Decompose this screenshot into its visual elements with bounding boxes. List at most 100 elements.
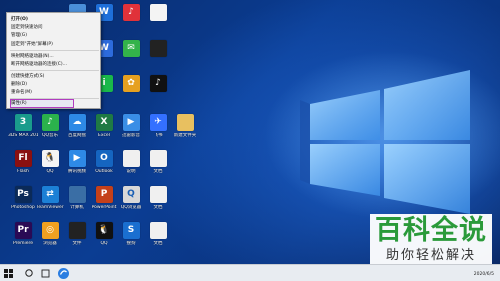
app-icon: ◎ (41, 222, 59, 239)
desktop-icon-label: PowerPoint (91, 205, 117, 210)
start-button[interactable] (4, 269, 13, 278)
desktop-icon[interactable]: O Outlook (89, 150, 119, 175)
desktop-icon[interactable]: 3 3DS MAX 2017 (8, 114, 38, 139)
menu-item-manage[interactable]: 管理(G) (11, 32, 99, 39)
watermark-title: 百科全说 (375, 215, 487, 246)
app-icon: ✿ (122, 75, 140, 92)
app-icon: O (95, 150, 113, 167)
desktop-icon-label: QQ (46, 169, 54, 174)
desktop-icon-label: 计算机 (70, 205, 84, 210)
desktop-icon[interactable]: ♪ QQ音乐 (35, 114, 65, 139)
desktop-icon[interactable]: Fl Flash (8, 150, 38, 175)
desktop-icon[interactable]: ⇄ TeamViewer (35, 186, 65, 211)
app-icon: 🐧 (41, 150, 59, 167)
menu-item-pin-start[interactable]: 固定到"开始"屏幕(P) (11, 41, 99, 48)
desktop-icon[interactable]: ✿ (116, 75, 146, 94)
desktop-icon-label: 飞书 (153, 133, 163, 138)
desktop-icon[interactable]: ▶ 腾讯视频 (62, 150, 92, 175)
desktop-icon[interactable]: 计算机 (62, 186, 92, 211)
desktop-icon-label: Excel (98, 133, 110, 138)
menu-item-create-shortcut[interactable]: 创建快捷方式(S) (11, 73, 99, 80)
app-icon (122, 150, 140, 167)
desktop-icon[interactable]: 🐧 QQ (35, 150, 65, 175)
context-menu: 打开(O) 固定到快速访问 管理(G) 固定到"开始"屏幕(P) 映射网络驱动器… (6, 12, 101, 109)
desktop-icon-label: 新建文件夹 (173, 133, 197, 138)
desktop-icon[interactable]: Ps Photoshop (8, 186, 38, 211)
desktop-icon-label: 浏览器 (43, 241, 57, 246)
app-icon: Pr (14, 222, 32, 239)
desktop-icon-label: 迅雷影音 (122, 133, 140, 138)
menu-item-properties[interactable]: 属性(R) (11, 100, 99, 107)
app-icon: Fl (14, 150, 32, 167)
desktop-icon[interactable]: Pr Premiere (8, 222, 38, 247)
app-icon (68, 222, 86, 239)
task-view-icon[interactable] (41, 269, 50, 278)
desktop-icon-label: 腾讯视频 (68, 169, 86, 174)
app-icon: 3 (14, 114, 32, 131)
app-icon: X (95, 114, 113, 131)
menu-item-disconnect-drive[interactable]: 断开网络驱动器的连接(C)... (11, 61, 99, 68)
desktop-icon[interactable]: X Excel (89, 114, 119, 139)
desktop-icon[interactable] (143, 4, 173, 23)
desktop-icon[interactable]: ♪ (116, 4, 146, 23)
desktop-icon[interactable]: 文档 (143, 222, 173, 247)
desktop-icon-label: 文档 (153, 205, 163, 210)
desktop-icon-label: TeamViewer (36, 205, 64, 210)
app-icon: ✉ (122, 40, 140, 57)
desktop-icon-label: Photoshop (11, 205, 35, 210)
desktop-icon[interactable]: ◎ 浏览器 (35, 222, 65, 247)
menu-item-open[interactable]: 打开(O) (11, 16, 99, 23)
desktop-icon[interactable]: 文档 (143, 186, 173, 211)
desktop-icon[interactable]: ☁ 百度网盘 (62, 114, 92, 139)
desktop-icon[interactable]: ✉ (116, 40, 146, 59)
search-icon[interactable] (24, 268, 34, 278)
desktop-icon[interactable]: Q QQ浏览器 (116, 186, 146, 211)
app-icon: 🐧 (95, 222, 113, 239)
desktop-icon-label: 文件 (72, 241, 82, 246)
app-icon (149, 222, 167, 239)
desktop-icon[interactable] (143, 40, 173, 59)
desktop-icon[interactable]: 文档 (143, 150, 173, 175)
desktop-icon-label: 3DS MAX 2017 (8, 133, 38, 138)
app-icon: ▶ (122, 114, 140, 131)
desktop-icon[interactable]: S 搜狗 (116, 222, 146, 247)
desktop-icon-label: 搜狗 (126, 241, 136, 246)
app-icon (176, 114, 194, 131)
app-icon: P (95, 186, 113, 203)
app-icon (149, 40, 167, 57)
desktop-icon[interactable]: 文件 (62, 222, 92, 247)
taskbar-date[interactable]: 2020/6/5 (474, 272, 494, 277)
desktop-icon[interactable]: ▶ 迅雷影音 (116, 114, 146, 139)
watermark: 百科全说 助你轻松解决 (370, 214, 492, 264)
desktop-icon-label: 文档 (153, 241, 163, 246)
menu-item-map-drive[interactable]: 映射网络驱动器(N)... (11, 53, 99, 60)
desktop[interactable]: W♪W✉i✿♪33DS MAX 2017♪QQ音乐☁百度网盘XExcel▶迅雷影… (0, 0, 500, 264)
menu-item-pin-quick-access[interactable]: 固定到快速访问 (11, 24, 99, 31)
desktop-icon-label: QQ (100, 241, 108, 246)
desktop-icon-label: 说明 (126, 169, 136, 174)
taskbar: 2020/6/5 (0, 264, 500, 281)
desktop-icon[interactable]: ♪ (143, 75, 173, 94)
app-icon: ♪ (149, 75, 167, 92)
desktop-icon-label: Outlook (95, 169, 113, 174)
app-icon: ▶ (68, 150, 86, 167)
desktop-icon[interactable]: 🐧 QQ (89, 222, 119, 247)
desktop-icon-label: QQ音乐 (41, 133, 59, 138)
desktop-icon-label: Flash (17, 169, 29, 174)
desktop-icon[interactable]: P PowerPoint (89, 186, 119, 211)
desktop-icon[interactable]: 新建文件夹 (170, 114, 200, 139)
app-icon: ☁ (68, 114, 86, 131)
desktop-icon-label: QQ浏览器 (120, 205, 142, 210)
app-icon: Q (122, 186, 140, 203)
app-icon: ♪ (122, 4, 140, 21)
app-icon: ✈ (149, 114, 167, 131)
desktop-icon[interactable]: ✈ 飞书 (143, 114, 173, 139)
menu-item-delete[interactable]: 删除(D) (11, 81, 99, 88)
app-icon (149, 186, 167, 203)
desktop-icon-label: 文档 (153, 169, 163, 174)
browser-taskbar-icon[interactable] (57, 267, 70, 280)
menu-item-rename[interactable]: 重命名(M) (11, 89, 99, 96)
menu-separator (10, 50, 99, 51)
desktop-icon-label: Premiere (12, 241, 34, 246)
desktop-icon[interactable]: 说明 (116, 150, 146, 175)
